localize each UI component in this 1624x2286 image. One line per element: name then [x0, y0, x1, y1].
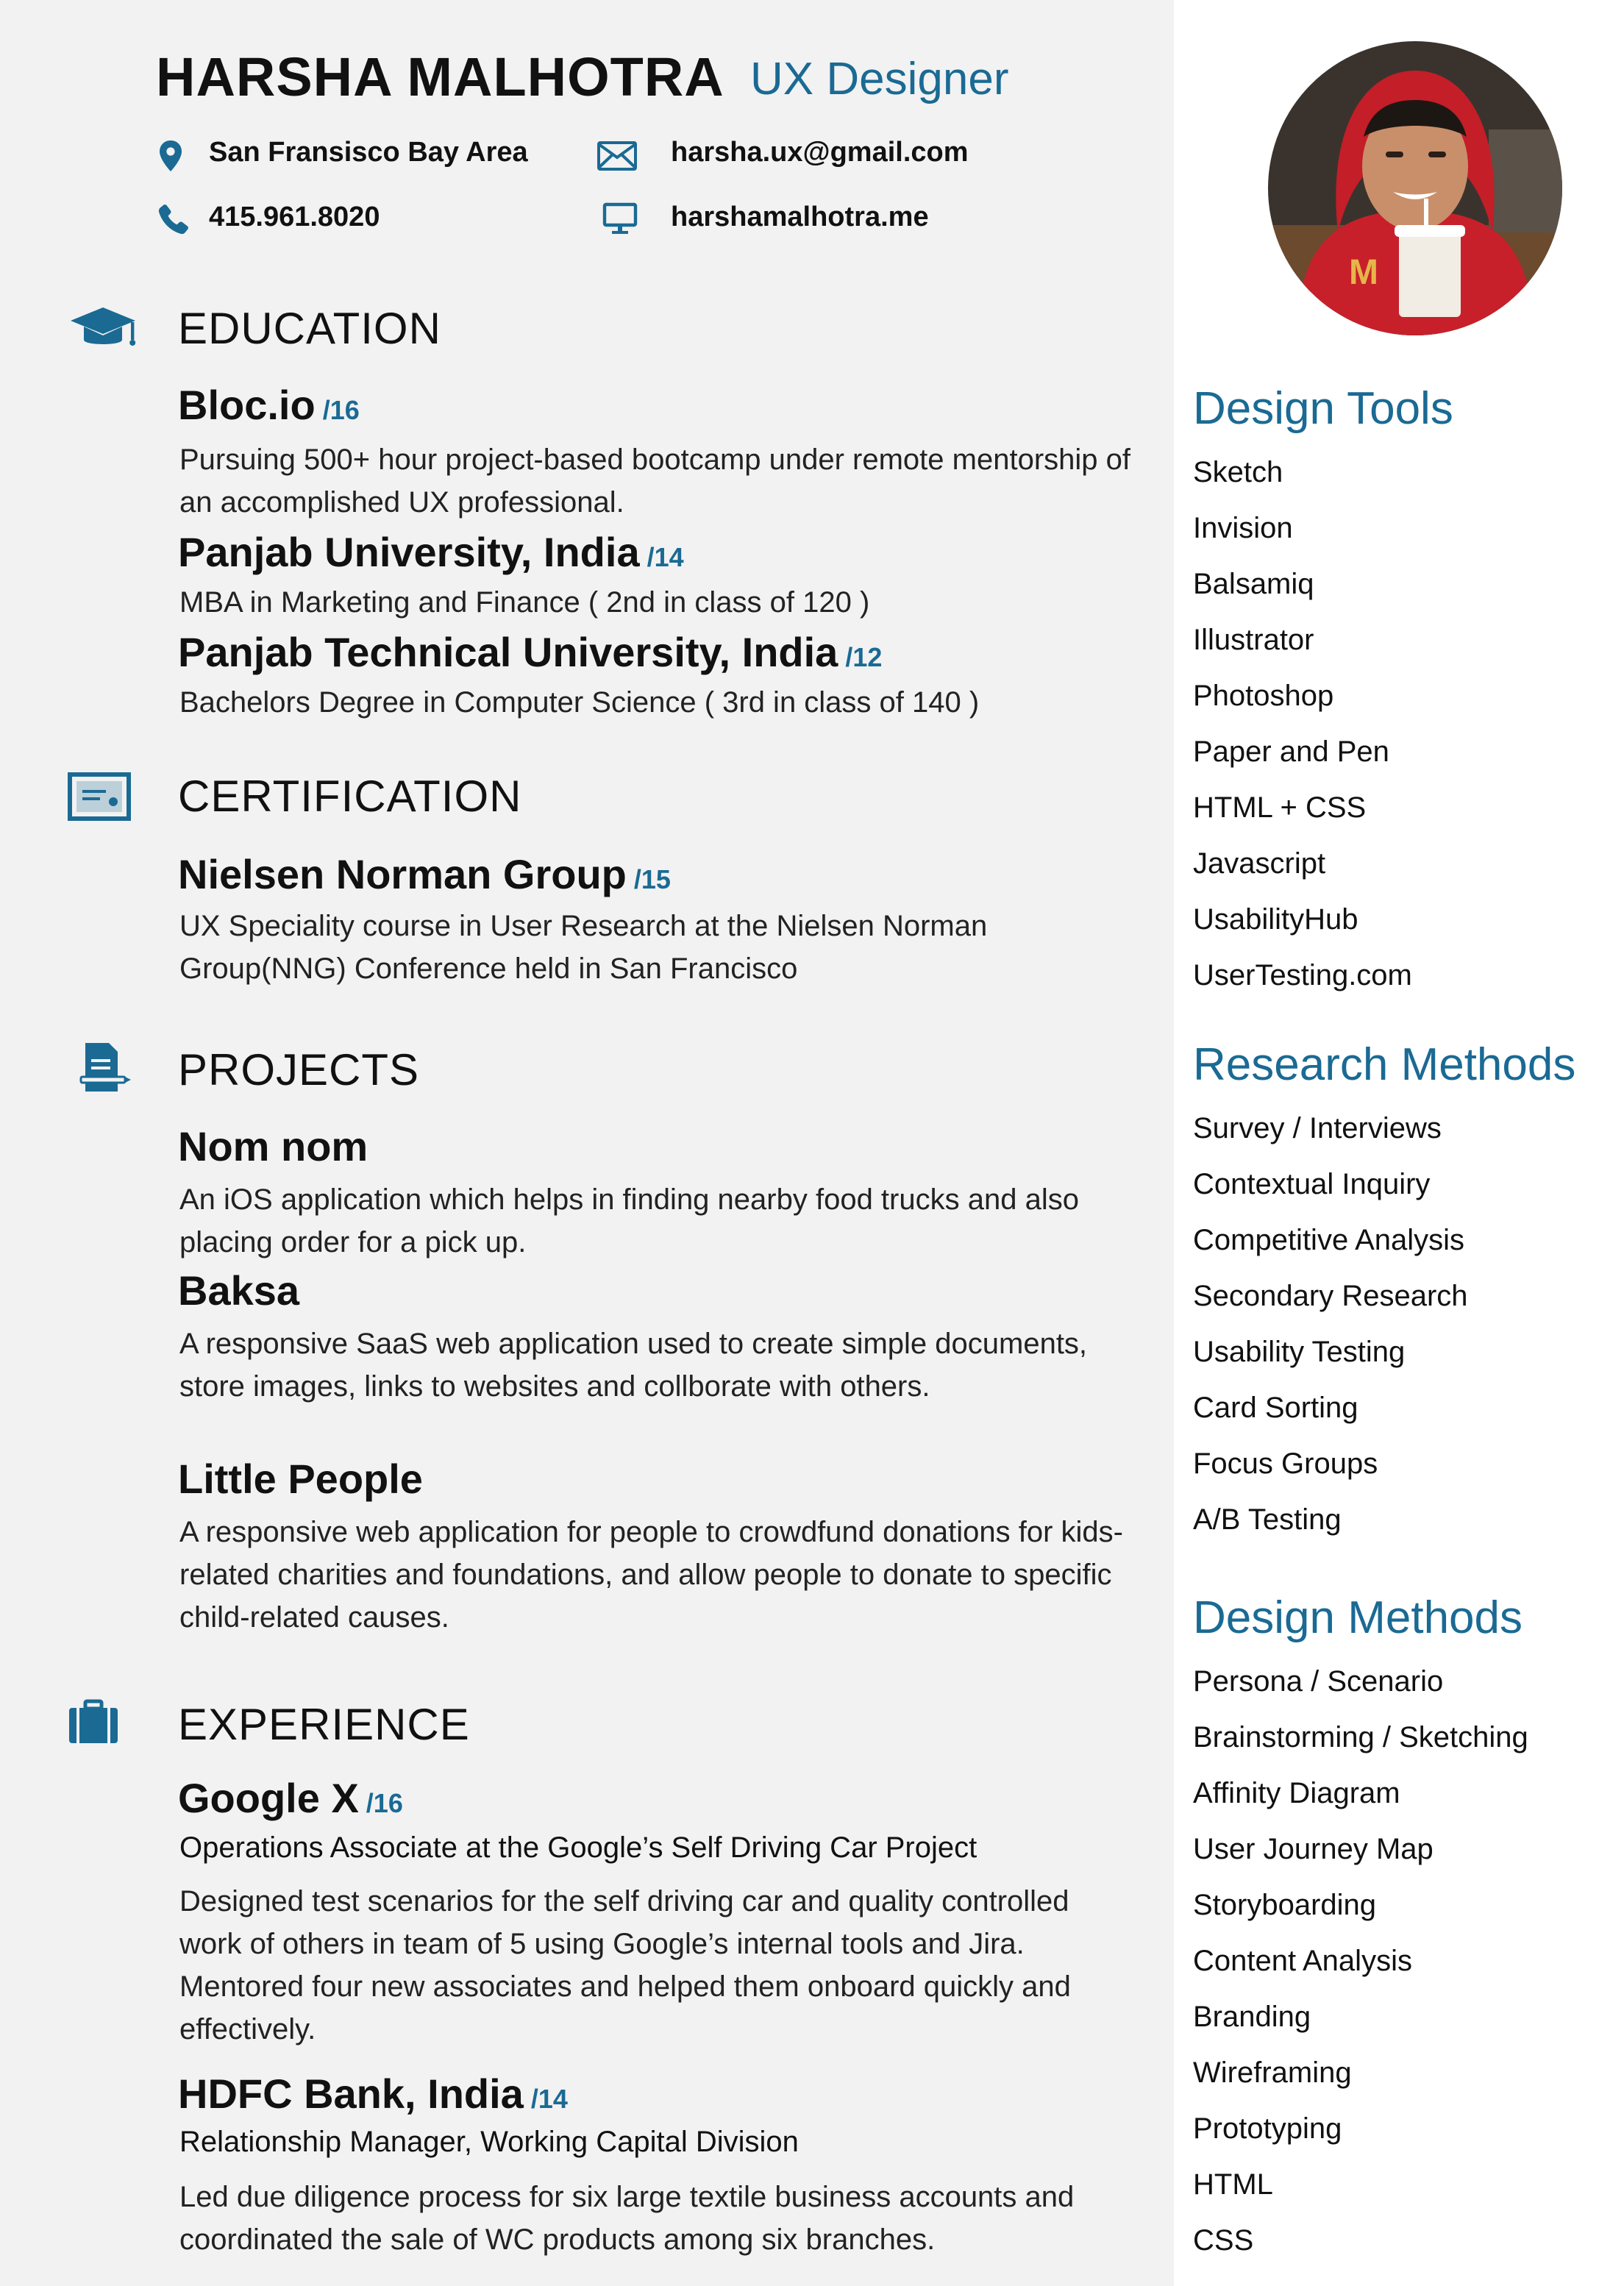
contact-website[interactable]: harshamalhotra.me	[671, 202, 929, 233]
list-item: Brainstorming / Sketching	[1193, 1721, 1528, 1753]
education-entry-desc: MBA in Marketing and Finance ( 2nd in cl…	[179, 586, 870, 619]
experience-entry-desc: Led due diligence process for six large …	[179, 2181, 1075, 2256]
list-item: Invision	[1193, 512, 1293, 544]
education-name: Panjab University, India	[178, 529, 640, 575]
list-item: Competitive Analysis	[1193, 1224, 1465, 1256]
certificate-icon	[68, 772, 131, 821]
list-item: Illustrator	[1193, 624, 1314, 656]
list-item: Paper and Pen	[1193, 736, 1389, 768]
list-item: A/B Testing	[1193, 1503, 1342, 1536]
experience-company: Google X	[178, 1775, 359, 1821]
certification-title: CERTIFICATION	[178, 772, 522, 821]
education-year: /16	[322, 395, 360, 425]
list-item: Storyboarding	[1193, 1889, 1377, 1921]
project-entry-desc: An iOS application which helps in findin…	[179, 1183, 1079, 1258]
list-item: HTML + CSS	[1193, 791, 1367, 824]
experience-entry-title: Google X/16	[178, 1774, 403, 1822]
projects-title: PROJECTS	[178, 1045, 420, 1094]
education-entry-title: Bloc.io/16	[178, 381, 360, 429]
list-item: Contextual Inquiry	[1193, 1168, 1431, 1200]
experience-year: /14	[530, 2084, 568, 2114]
list-item: UserTesting.com	[1193, 959, 1412, 991]
monitor-icon	[602, 202, 638, 234]
education-title: EDUCATION	[178, 304, 441, 353]
research-methods-title: Research Methods	[1193, 1039, 1576, 1090]
education-entry-desc: Pursuing 500+ hour project-based bootcam…	[179, 444, 1130, 519]
list-item: Persona / Scenario	[1193, 1665, 1444, 1698]
candidate-role: UX Designer	[750, 54, 1009, 104]
phone-icon	[158, 204, 188, 235]
design-tools-title: Design Tools	[1193, 383, 1453, 434]
profile-photo: M	[1268, 41, 1562, 335]
design-methods-list: Persona / Scenario Brainstorming / Sketc…	[1193, 1653, 1528, 2268]
list-item: Photoshop	[1193, 680, 1334, 712]
education-year: /12	[845, 642, 883, 672]
certification-entry-title: Nielsen Norman Group/15	[178, 850, 671, 898]
list-item: Usability Testing	[1193, 1336, 1406, 1368]
list-item: CSS	[1193, 2224, 1254, 2257]
list-item: User Journey Map	[1193, 1833, 1434, 1865]
contact-email[interactable]: harsha.ux@gmail.com	[671, 137, 969, 168]
experience-year: /16	[366, 1788, 403, 1818]
document-pen-icon	[79, 1043, 131, 1092]
project-entry-desc: A responsive SaaS web application used t…	[179, 1328, 1088, 1403]
svg-text:M: M	[1349, 253, 1378, 292]
list-item: Card Sorting	[1193, 1392, 1358, 1424]
project-entry-title: Nom nom	[178, 1123, 368, 1169]
education-entry-title: Panjab Technical University, India/12	[178, 628, 882, 676]
envelope-icon	[597, 141, 637, 171]
list-item: Javascript	[1193, 847, 1326, 880]
experience-role: Relationship Manager, Working Capital Di…	[179, 2126, 799, 2158]
education-entry-desc: Bachelors Degree in Computer Science ( 3…	[179, 686, 980, 719]
education-name: Panjab Technical University, India	[178, 629, 838, 675]
list-item: Wireframing	[1193, 2057, 1352, 2089]
graduation-cap-icon	[71, 307, 136, 346]
certification-year: /15	[633, 864, 671, 894]
certification-entry-desc: UX Speciality course in User Research at…	[179, 910, 988, 985]
list-item: Content Analysis	[1193, 1945, 1412, 1977]
list-item: Branding	[1193, 2001, 1311, 2033]
list-item: Survey / Interviews	[1193, 1112, 1442, 1144]
list-item: Sketch	[1193, 456, 1283, 488]
experience-company: HDFC Bank, India	[178, 2070, 524, 2117]
education-entry-title: Panjab University, India/14	[178, 528, 684, 576]
project-entry-title: Little People	[178, 1456, 423, 1502]
map-pin-icon	[160, 140, 182, 171]
experience-title: EXPERIENCE	[178, 1700, 470, 1749]
list-item: Balsamiq	[1193, 568, 1314, 600]
project-entry-desc: A responsive web application for people …	[179, 1516, 1123, 1634]
experience-role: Operations Associate at the Google’s Sel…	[179, 1831, 977, 1864]
design-tools-list: Sketch Invision Balsamiq Illustrator Pho…	[1193, 444, 1412, 1003]
briefcase-icon	[69, 1699, 118, 1743]
list-item: Secondary Research	[1193, 1280, 1468, 1312]
research-methods-list: Survey / Interviews Contextual Inquiry C…	[1193, 1100, 1468, 1548]
list-item: Prototyping	[1193, 2112, 1342, 2145]
design-methods-title: Design Methods	[1193, 1592, 1523, 1643]
education-name: Bloc.io	[178, 382, 316, 428]
list-item: HTML	[1193, 2168, 1273, 2201]
list-item: UsabilityHub	[1193, 903, 1358, 936]
experience-entry-title: HDFC Bank, India/14	[178, 2070, 568, 2118]
experience-entry-desc: Designed test scenarios for the self dri…	[179, 1885, 1071, 2045]
certification-name: Nielsen Norman Group	[178, 851, 627, 897]
candidate-name: HARSHA MALHOTRA	[156, 46, 724, 107]
project-entry-title: Baksa	[178, 1267, 300, 1314]
education-year: /14	[647, 542, 684, 572]
contact-phone[interactable]: 415.961.8020	[209, 202, 380, 233]
list-item: Affinity Diagram	[1193, 1777, 1400, 1809]
list-item: Focus Groups	[1193, 1448, 1378, 1480]
contact-location: San Fransisco Bay Area	[209, 137, 528, 168]
